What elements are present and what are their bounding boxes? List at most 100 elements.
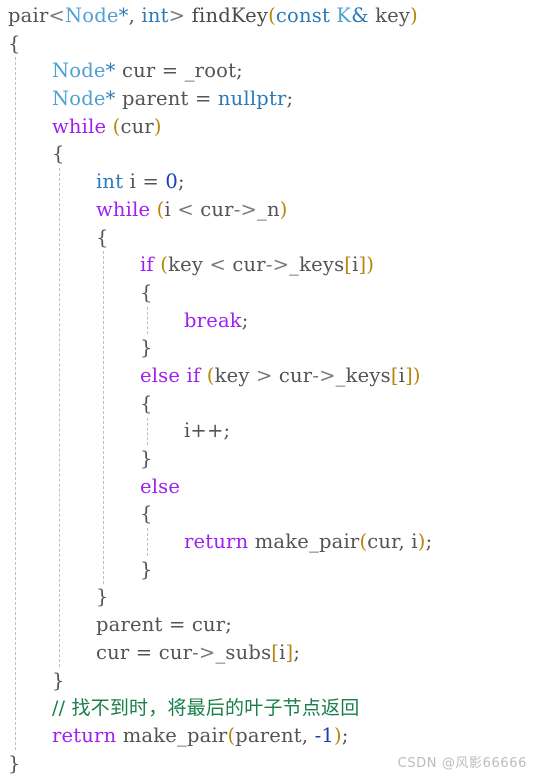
code-line-text: } [0,667,65,695]
code-line-text: else if (key > cur->_keys[i]) [0,362,421,390]
code-token-type: int [141,4,169,27]
code-token-plain: key [214,363,256,387]
code-token-plain: { [140,502,153,526]
code-token-keyword: return [184,530,249,554]
code-token-keyword: while [52,114,107,138]
code-token-plain: _subs [215,640,272,664]
code-token-operator: > [255,363,273,387]
code-token-plain: cur [226,253,266,277]
code-token-punctuation: ) [366,253,375,277]
code-token-punctuation: ) [279,197,288,221]
code-token-punctuation: [ [390,363,399,387]
code-line-text: if (key < cur->_keys[i]) [0,251,374,279]
code-token-plain: ; [425,530,433,554]
code-line: { [0,390,535,418]
code-line-text: { [0,279,153,307]
code-line-text: } [0,556,153,584]
code-line: if (key < cur->_keys[i]) [0,251,535,279]
code-token-punctuation: [ [344,253,353,277]
code-line-text: break; [0,307,249,335]
code-line-text: int i = 0; [0,168,185,196]
code-token-type: * [105,87,116,111]
code-token-class_name: Node [52,59,106,83]
code-line-text: Node* parent = nullptr; [0,85,293,113]
code-token-plain: parent, [235,723,315,747]
code-line: } [0,334,535,362]
code-line-text: return make_pair(cur, i); [0,528,432,556]
code-token-comment: // 找不到时，将最后的叶子节点返回 [52,697,360,720]
code-line: return make_pair(parent, -1); [0,722,535,750]
code-token-plain: ; [341,723,349,747]
code-token-plain: i [164,197,178,221]
csdn-watermark: CSDN @风影66666 [397,756,527,771]
code-line: Node* cur = _root; [0,57,535,85]
code-line-text: } [0,583,109,611]
code-line-text: else [0,473,180,501]
code-line: // 找不到时，将最后的叶子节点返回 [0,694,535,722]
code-line-text: parent = cur; [0,611,232,639]
code-token-number: -1 [314,723,335,747]
code-line: parent = cur; [0,611,535,639]
code-token-operator: -> [265,253,290,277]
code-token-punctuation: ( [206,363,215,387]
code-token-number: 0 [165,170,179,194]
code-line: } [0,445,535,473]
code-token-plain: } [140,336,153,360]
code-token-plain: } [52,668,65,692]
code-token-type: & [351,4,369,27]
code-line: { [0,224,535,252]
code-line-text: { [0,500,153,528]
code-token-plain: _keys [335,363,391,387]
code-line-text: { [0,390,153,418]
code-token-keyword: break [184,308,242,332]
code-line: while (cur) [0,113,535,141]
code-line: while (i < cur->_n) [0,196,535,224]
code-token-punctuation: ) [417,530,426,554]
code-token-keyword: else [140,474,181,498]
code-token-plain: i++; [184,419,231,443]
code-line-text: } [0,750,21,778]
code-line-text: { [0,224,109,252]
code-token-plain: { [140,280,153,304]
code-token-plain: cur = _root; [115,59,243,83]
code-token-operator: > [168,4,186,27]
code-token-plain: cur [272,363,313,387]
code-token-plain: pair [8,4,49,27]
code-token-plain: cur, i [367,530,418,554]
code-line: return make_pair(cur, i); [0,528,535,556]
code-line: pair<Node*, int> findKey(const K& key) [0,2,535,30]
code-line-text: return make_pair(parent, -1); [0,722,349,750]
code-token-plain: cur = cur [96,640,193,664]
code-token-plain: cur [120,114,154,138]
code-token-plain: { [52,142,65,166]
code-token-plain: ; [293,640,301,664]
code-token-plain: ; [241,308,249,332]
code-token-plain: _n [257,197,280,221]
code-line: int i = 0; [0,168,535,196]
code-token-punctuation: [ [271,640,280,664]
code-token-punctuation: ( [160,253,169,277]
code-token-type: * [105,59,116,83]
code-token-plain: key [368,4,411,27]
code-token-plain: make_pair [248,530,360,554]
code-token-punctuation: ) [153,114,162,138]
code-token-function: findKey [191,4,269,27]
code-token-keyword: while [96,197,151,221]
code-token-operator: -> [312,363,336,387]
code-line: } [0,583,535,611]
code-token-operator: < [209,253,226,277]
code-line: else if (key > cur->_keys[i]) [0,362,535,390]
code-token-plain: , [128,4,142,27]
code-token-keyword: return [52,723,117,747]
code-line: Node* parent = nullptr; [0,85,535,113]
code-token-plain: { [8,31,21,55]
code-token-plain: make_pair [116,723,228,747]
code-line: break; [0,307,535,335]
code-token-class_name: K [336,4,352,27]
code-line: { [0,140,535,168]
code-line-text: pair<Node*, int> findKey(const K& key) [0,2,418,30]
code-token-class_name: Node [52,87,106,111]
code-token-operator: < [48,4,66,27]
code-token-plain: { [140,391,153,415]
code-block: pair<Node*, int> findKey(const K& key){N… [0,0,535,777]
